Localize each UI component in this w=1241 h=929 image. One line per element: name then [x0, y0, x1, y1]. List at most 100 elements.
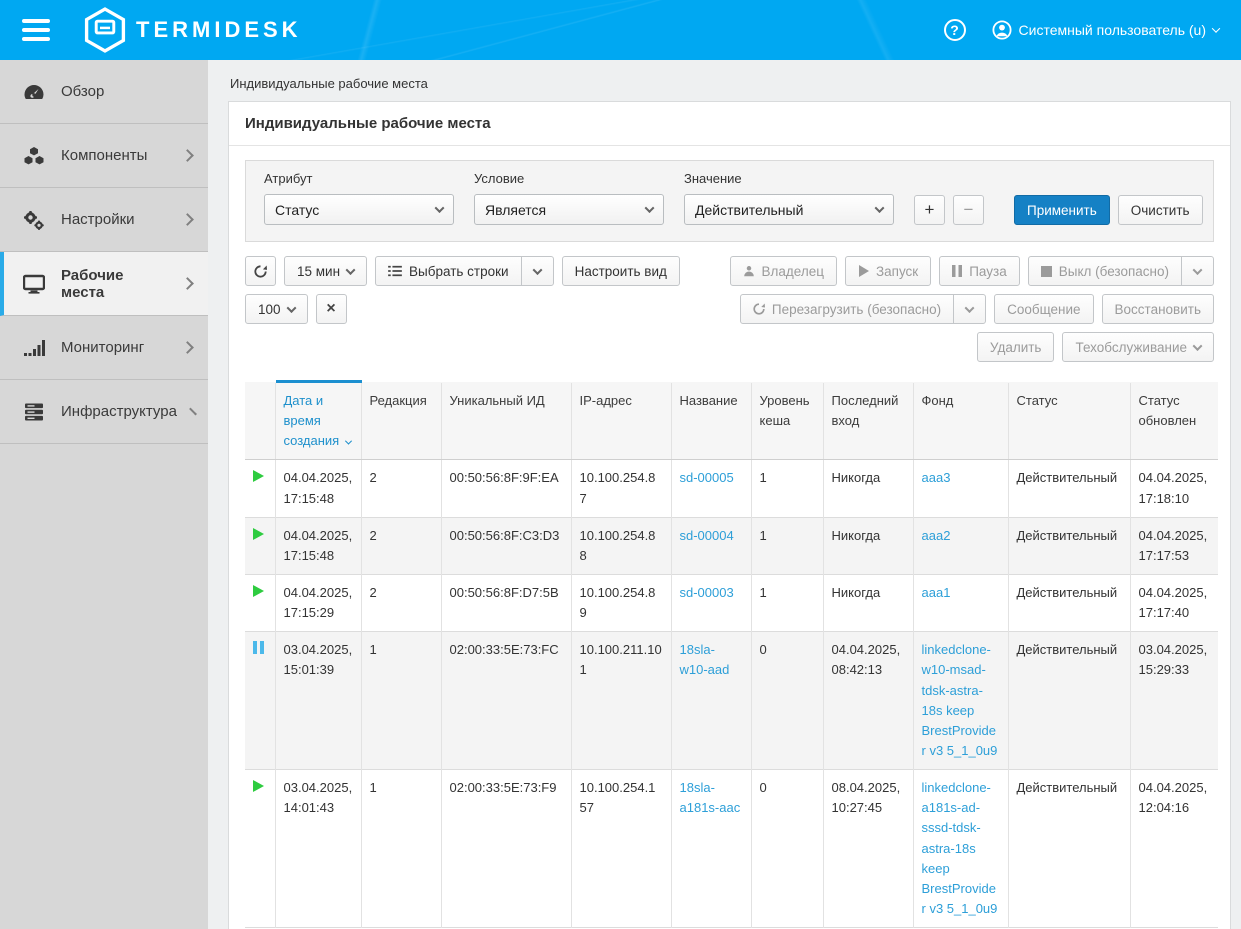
cell-status: Действительный	[1008, 632, 1130, 770]
chevron-down-icon	[875, 203, 885, 213]
sidebar: Обзор Компоненты Настройки Рабочие мес	[0, 60, 208, 929]
condition-select[interactable]: Является	[474, 194, 664, 225]
workplace-link[interactable]: sd-00004	[680, 528, 734, 543]
sidebar-item-settings[interactable]: Настройки	[0, 188, 208, 252]
clear-selection-button[interactable]: ×	[316, 294, 347, 324]
chevron-down-icon	[1212, 24, 1220, 32]
table-row[interactable]: 04.04.2025, 17:15:48 2 00:50:56:8F:C3:D3…	[245, 517, 1218, 574]
refresh-button[interactable]	[245, 256, 276, 286]
column-last-login[interactable]: Последний вход	[823, 382, 913, 460]
pause-label: Пауза	[969, 264, 1007, 279]
attribute-value: Статус	[275, 202, 428, 218]
reboot-button[interactable]: Перезагрузить (безопасно)	[740, 294, 954, 324]
sidebar-item-overview[interactable]: Обзор	[0, 60, 208, 124]
sidebar-item-monitoring[interactable]: Мониторинг	[0, 316, 208, 380]
cell-cache-level: 0	[751, 632, 823, 770]
attribute-select[interactable]: Статус	[264, 194, 454, 225]
filter-panel: Атрибут Статус Условие Является	[245, 160, 1214, 242]
column-cache-level[interactable]: Уровень кеша	[751, 382, 823, 460]
chevron-down-icon	[965, 303, 975, 313]
column-status[interactable]: Статус	[1008, 382, 1130, 460]
status-paused-icon	[253, 641, 264, 654]
sidebar-item-components[interactable]: Компоненты	[0, 124, 208, 188]
chevron-right-icon	[181, 341, 194, 354]
cell-revision: 1	[361, 770, 441, 928]
reboot-label: Перезагрузить (безопасно)	[772, 302, 941, 317]
column-uid[interactable]: Уникальный ИД	[441, 382, 571, 460]
table-row[interactable]: 04.04.2025, 17:15:48 2 00:50:56:8F:9F:EA…	[245, 460, 1218, 517]
pause-button[interactable]: Пауза	[939, 256, 1020, 286]
column-status-updated[interactable]: Статус обновлен	[1130, 382, 1218, 460]
clear-button[interactable]: Очистить	[1118, 195, 1203, 225]
workplace-link[interactable]: 18sla-w10-aad	[680, 642, 730, 677]
cell-last-login: 08.04.2025, 10:27:45	[823, 770, 913, 928]
brand-name: TERMIDESK	[136, 17, 302, 43]
start-button[interactable]: Запуск	[845, 256, 931, 286]
cell-status-updated: 04.04.2025, 17:17:53	[1130, 517, 1218, 574]
workplace-link[interactable]: 18sla-a181s-aac	[680, 780, 741, 815]
column-ip[interactable]: IP-адрес	[571, 382, 671, 460]
user-icon	[992, 20, 1012, 40]
status-running-icon	[253, 528, 264, 540]
restore-button[interactable]: Восстановить	[1102, 294, 1214, 324]
cell-last-login: Никогда	[823, 460, 913, 517]
reboot-caret-button[interactable]	[953, 294, 986, 324]
owner-button[interactable]: Владелец	[730, 256, 837, 286]
chevron-right-icon	[189, 408, 197, 416]
page-size-dropdown[interactable]: 100	[245, 294, 308, 324]
cell-revision: 2	[361, 574, 441, 631]
gears-icon	[22, 210, 46, 230]
user-menu[interactable]: Системный пользователь (u)	[992, 20, 1219, 40]
workplace-link[interactable]: sd-00003	[680, 585, 734, 600]
remove-filter-button[interactable]: −	[953, 195, 984, 225]
attribute-label: Атрибут	[264, 171, 454, 186]
page-size-value: 100	[258, 302, 281, 317]
chevron-down-icon	[645, 203, 655, 213]
hamburger-menu-icon[interactable]	[22, 14, 50, 46]
pool-link[interactable]: aaa1	[922, 585, 951, 600]
chevron-down-icon	[346, 265, 356, 275]
cell-last-login: 04.04.2025, 08:42:13	[823, 632, 913, 770]
message-button[interactable]: Сообщение	[994, 294, 1093, 324]
apply-button[interactable]: Применить	[1014, 195, 1110, 225]
refresh-icon	[753, 303, 765, 315]
table-row[interactable]: 03.04.2025, 15:01:39 1 02:00:33:5E:73:FC…	[245, 632, 1218, 770]
column-pool[interactable]: Фонд	[913, 382, 1008, 460]
power-off-caret-button[interactable]	[1181, 256, 1214, 286]
status-running-icon	[253, 585, 264, 597]
interval-dropdown[interactable]: 15 мин	[284, 256, 367, 286]
value-select[interactable]: Действительный	[684, 194, 894, 225]
configure-view-button[interactable]: Настроить вид	[562, 256, 680, 286]
cell-last-login: Никогда	[823, 574, 913, 631]
power-off-button[interactable]: Выкл (безопасно)	[1028, 256, 1182, 286]
play-icon	[858, 265, 869, 277]
brand-logo: TERMIDESK	[84, 7, 302, 53]
help-icon[interactable]: ?	[944, 19, 966, 41]
add-filter-button[interactable]: +	[914, 195, 945, 225]
cell-cache-level: 1	[751, 574, 823, 631]
pool-link[interactable]: linkedclone-a181s-ad-sssd-tdsk-astra-18s…	[922, 780, 998, 916]
table-header-row: Дата и время создания Редакция Уникальны…	[245, 382, 1218, 460]
sidebar-item-infrastructure[interactable]: Инфраструктура	[0, 380, 208, 444]
table-row[interactable]: 03.04.2025, 14:01:43 1 02:00:33:5E:73:F9…	[245, 770, 1218, 928]
select-rows-caret-button[interactable]	[521, 256, 554, 286]
cell-status: Действительный	[1008, 517, 1130, 574]
sidebar-item-label: Инфраструктура	[61, 403, 177, 420]
chevron-down-icon	[1193, 265, 1203, 275]
workplaces-table: Дата и время создания Редакция Уникальны…	[245, 380, 1218, 928]
pool-link[interactable]: aaa2	[922, 528, 951, 543]
maintenance-dropdown[interactable]: Техобслуживание	[1062, 332, 1214, 362]
sidebar-item-workplaces[interactable]: Рабочие места	[0, 252, 208, 316]
delete-button[interactable]: Удалить	[977, 332, 1055, 362]
column-name[interactable]: Название	[671, 382, 751, 460]
stop-icon	[1041, 266, 1052, 277]
select-rows-button[interactable]: Выбрать строки	[375, 256, 522, 286]
chevron-down-icon	[532, 265, 542, 275]
column-revision[interactable]: Редакция	[361, 382, 441, 460]
column-created[interactable]: Дата и время создания	[275, 382, 361, 460]
cell-status-updated: 04.04.2025, 17:18:10	[1130, 460, 1218, 517]
workplace-link[interactable]: sd-00005	[680, 470, 734, 485]
pool-link[interactable]: aaa3	[922, 470, 951, 485]
table-row[interactable]: 04.04.2025, 17:15:29 2 00:50:56:8F:D7:5B…	[245, 574, 1218, 631]
pool-link[interactable]: linkedclone-w10-msad-tdsk-astra-18s keep…	[922, 642, 998, 758]
